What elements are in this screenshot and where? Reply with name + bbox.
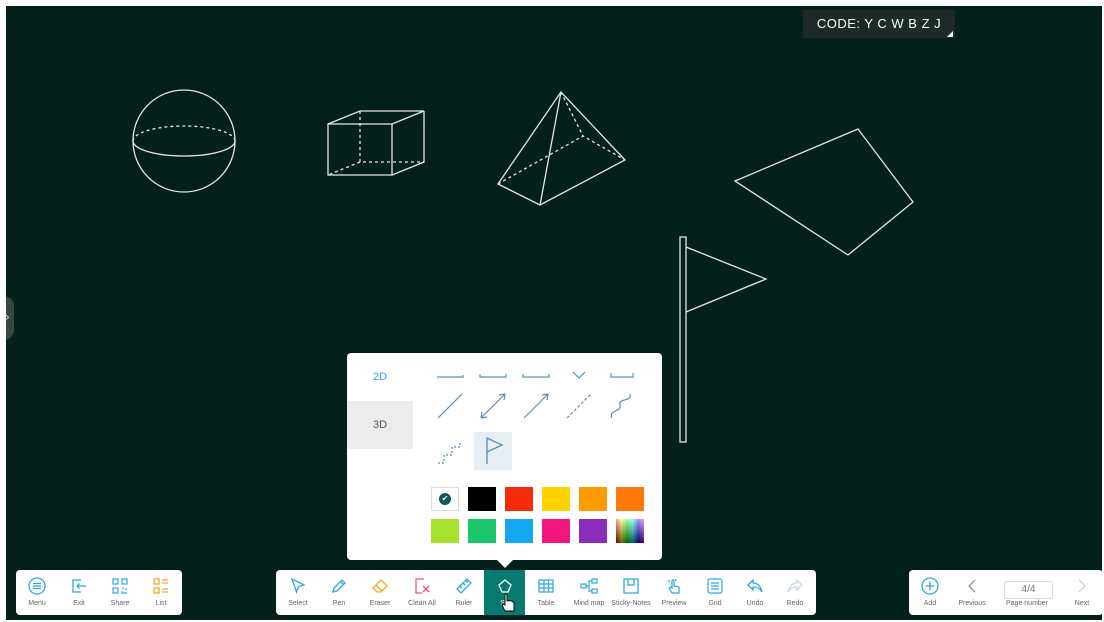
side-drawer-handle[interactable]: › — [6, 296, 14, 340]
mind-map-button[interactable]: Mind map — [567, 570, 611, 615]
color-swatch-green[interactable] — [468, 519, 496, 543]
list-button[interactable]: List — [142, 570, 180, 615]
preview-hand-icon — [667, 578, 680, 594]
menu-icon — [28, 577, 46, 595]
chevron-left-icon — [968, 579, 976, 593]
shape-picker-popup: 2D 3D ✔ — [347, 353, 662, 568]
chevron-right-icon — [1078, 579, 1086, 593]
preview-button[interactable]: Preview — [653, 570, 695, 615]
shape-option-bracket-3[interactable] — [520, 357, 552, 389]
tab-3d[interactable]: 3D — [347, 401, 413, 449]
sphere-shape[interactable] — [132, 89, 236, 193]
mind-map-icon — [580, 578, 598, 594]
share-button[interactable]: Share — [101, 570, 139, 615]
color-swatch-custom[interactable] — [616, 519, 644, 543]
room-code-badge: CODE: Y C W B Z J — [803, 10, 955, 38]
color-swatch-pink[interactable] — [542, 519, 570, 543]
color-swatch-blue[interactable] — [505, 519, 533, 543]
room-code-label: CODE: Y C W B Z J — [816, 16, 942, 31]
left-toolbar: Menu Exit Share List — [16, 570, 182, 615]
clean-all-button[interactable]: Clean All — [400, 570, 444, 615]
chevron-right-icon: › — [6, 310, 10, 324]
ruler-tool-button[interactable]: Ruler — [444, 570, 484, 615]
shape-option-dashed-steps[interactable] — [434, 435, 466, 467]
list-icon — [153, 578, 168, 594]
shape-option-flag[interactable] — [474, 432, 512, 470]
shape-option-bracket-4[interactable] — [606, 357, 638, 389]
select-tool-button[interactable]: Select — [278, 570, 318, 615]
polygon-shape[interactable] — [733, 128, 914, 256]
table-icon — [538, 579, 554, 593]
color-swatch-red[interactable] — [505, 487, 533, 511]
qr-code-icon — [112, 578, 128, 594]
tab-2d[interactable]: 2D — [347, 353, 413, 401]
shape-option-bracket-2[interactable] — [477, 357, 509, 389]
main-toolbar: Select Pen Eraser Clean All Ruler Sh Tab… — [276, 570, 816, 615]
color-swatch-black[interactable] — [468, 487, 496, 511]
shape-option-bracket-1[interactable] — [434, 357, 466, 389]
shape-option-line[interactable] — [434, 390, 466, 422]
color-swatch-dark-orange[interactable] — [616, 487, 644, 511]
pen-tool-button[interactable]: Pen — [319, 570, 359, 615]
color-swatch-lime[interactable] — [431, 519, 459, 543]
ruler-icon — [456, 578, 472, 594]
color-swatch-purple[interactable] — [579, 519, 607, 543]
shape-option-chevron[interactable] — [563, 357, 595, 389]
sticky-note-icon — [623, 578, 639, 594]
grid-button[interactable]: Grid — [695, 570, 735, 615]
color-swatch-orange[interactable] — [579, 487, 607, 511]
menu-button[interactable]: Menu — [18, 570, 56, 615]
page-toolbar: Add Previous 4/4 Page number Next — [909, 570, 1103, 615]
pyramid-shape[interactable] — [497, 90, 627, 206]
undo-icon — [747, 578, 763, 593]
add-page-button[interactable]: Add — [911, 570, 949, 615]
cube-shape[interactable] — [327, 110, 425, 176]
color-swatch-white[interactable]: ✔ — [431, 487, 459, 511]
next-page-button[interactable]: Next — [1063, 570, 1101, 615]
cursor-icon — [290, 577, 306, 594]
shape-option-arrow[interactable] — [520, 390, 552, 422]
redo-icon — [787, 578, 803, 593]
shape-option-dashed-line[interactable] — [563, 390, 595, 422]
undo-button[interactable]: Undo — [735, 570, 775, 615]
sticky-notes-button[interactable]: Sticky-Notes — [609, 570, 653, 615]
table-tool-button[interactable]: Table — [526, 570, 566, 615]
redo-button[interactable]: Redo — [775, 570, 815, 615]
previous-page-button[interactable]: Previous — [953, 570, 991, 615]
flag-shape[interactable] — [679, 236, 768, 443]
exit-icon — [72, 579, 86, 593]
shape-option-double-arrow[interactable] — [477, 390, 509, 422]
eraser-icon — [372, 579, 388, 593]
exit-button[interactable]: Exit — [60, 570, 98, 615]
hand-cursor-icon — [501, 593, 515, 612]
popup-pointer — [497, 560, 513, 568]
color-swatch-yellow[interactable] — [542, 487, 570, 511]
page-number-field: Page number — [1005, 600, 1049, 607]
grid-icon — [707, 578, 723, 594]
shape-option-wave[interactable] — [606, 390, 638, 422]
add-icon — [921, 577, 939, 595]
corner-icon — [947, 31, 953, 37]
pen-icon — [332, 579, 346, 593]
eraser-tool-button[interactable]: Eraser — [360, 570, 400, 615]
clear-all-icon — [415, 578, 430, 594]
check-icon: ✔ — [439, 493, 451, 505]
